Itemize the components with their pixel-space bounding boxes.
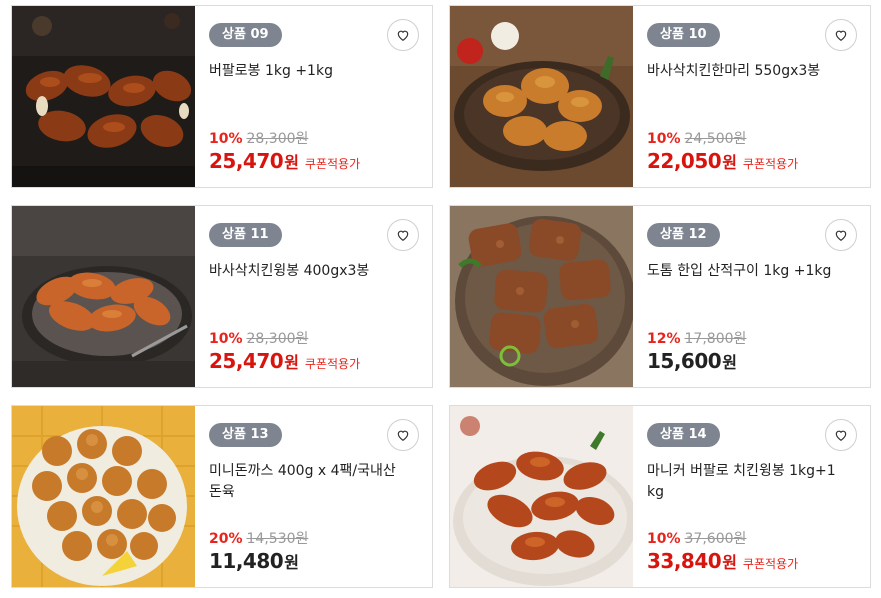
price-block: 20% 14,530원 11,480 원 [209,530,308,573]
product-number-badge: 상품 09 [209,23,282,47]
heart-icon [835,430,847,441]
heart-icon [397,30,409,41]
price-block: 12% 17,800원 15,600 원 [647,330,746,373]
product-info: 상품 09 버팔로봉 1kg +1kg 10% 28,300원 25,470 원 쿠폰… [195,6,432,187]
price-block: 10% 37,600원 33,840 원 쿠폰적용가 [647,530,798,573]
original-price: 28,300원 [246,131,309,147]
currency-unit: 원 [284,153,299,172]
discount-rate: 10% [209,331,243,347]
wishlist-button[interactable] [825,419,857,451]
product-card[interactable]: 상품 09 버팔로봉 1kg +1kg 10% 28,300원 25,470 원 쿠폰… [11,5,433,188]
product-number-badge: 상품 13 [209,423,282,447]
product-info: 상품 10 바사삭치킨한마리 550gx3봉 10% 24,500원 22,050… [633,6,870,187]
wishlist-button[interactable] [825,219,857,251]
original-price: 14,530원 [246,531,309,547]
final-price: 22,050 [647,149,722,173]
product-grid: 상품 09 버팔로봉 1kg +1kg 10% 28,300원 25,470 원 쿠폰… [0,0,881,598]
wishlist-button[interactable] [825,19,857,51]
discount-rate: 10% [647,131,681,147]
discount-rate: 10% [209,131,243,147]
heart-icon [835,230,847,241]
final-price: 15,600 [647,349,722,373]
coupon-label: 쿠폰적용가 [742,157,799,171]
product-info: 상품 13 미니돈까스 400g x 4팩/국내산 돈육 20% 14,530원 … [195,406,432,587]
product-info: 상품 14 마니커 버팔로 치킨윙봉 1kg+1kg 10% 37,600원 33… [633,406,870,587]
original-price: 28,300원 [246,331,309,347]
wishlist-button[interactable] [387,419,419,451]
heart-icon [835,30,847,41]
product-name[interactable]: 바사삭치킨한마리 550gx3봉 [647,61,837,82]
heart-icon [397,430,409,441]
product-number-badge: 상품 14 [647,423,720,447]
product-image[interactable] [12,206,195,387]
currency-unit: 원 [284,553,299,572]
product-image[interactable] [450,6,633,187]
product-name[interactable]: 바사삭치킨윙봉 400gx3봉 [209,261,399,282]
currency-unit: 원 [722,153,737,172]
discount-rate: 20% [209,531,243,547]
final-price: 25,470 [209,349,284,373]
currency-unit: 원 [722,353,737,372]
discount-rate: 10% [647,531,681,547]
original-price: 24,500원 [684,131,747,147]
discount-rate: 12% [647,331,681,347]
product-number-badge: 상품 11 [209,223,282,247]
product-card[interactable]: 상품 13 미니돈까스 400g x 4팩/국내산 돈육 20% 14,530원 … [11,405,433,588]
price-block: 10% 24,500원 22,050 원 쿠폰적용가 [647,130,798,173]
coupon-label: 쿠폰적용가 [304,357,361,371]
original-price: 17,800원 [684,331,747,347]
product-card[interactable]: 상품 14 마니커 버팔로 치킨윙봉 1kg+1kg 10% 37,600원 33… [449,405,871,588]
product-name[interactable]: 도톰 한입 산적구이 1kg +1kg [647,261,837,282]
price-block: 10% 28,300원 25,470 원 쿠폰적용가 [209,130,360,173]
product-info: 상품 11 바사삭치킨윙봉 400gx3봉 10% 28,300원 25,470 원… [195,206,432,387]
product-name[interactable]: 미니돈까스 400g x 4팩/국내산 돈육 [209,461,399,503]
currency-unit: 원 [722,553,737,572]
product-card[interactable]: 상품 12 도톰 한입 산적구이 1kg +1kg 12% 17,800원 15,… [449,205,871,388]
final-price: 33,840 [647,549,722,573]
product-image[interactable] [12,406,195,587]
product-number-badge: 상품 12 [647,223,720,247]
product-image[interactable] [450,206,633,387]
product-number-badge: 상품 10 [647,23,720,47]
currency-unit: 원 [284,353,299,372]
original-price: 37,600원 [684,531,747,547]
final-price: 25,470 [209,149,284,173]
coupon-label: 쿠폰적용가 [742,557,799,571]
wishlist-button[interactable] [387,19,419,51]
product-card[interactable]: 상품 11 바사삭치킨윙봉 400gx3봉 10% 28,300원 25,470 원… [11,205,433,388]
product-name[interactable]: 마니커 버팔로 치킨윙봉 1kg+1kg [647,461,837,503]
product-name[interactable]: 버팔로봉 1kg +1kg [209,61,399,82]
product-card[interactable]: 상품 10 바사삭치킨한마리 550gx3봉 10% 24,500원 22,050… [449,5,871,188]
wishlist-button[interactable] [387,219,419,251]
final-price: 11,480 [209,549,284,573]
coupon-label: 쿠폰적용가 [304,157,361,171]
product-image[interactable] [450,406,633,587]
heart-icon [397,230,409,241]
price-block: 10% 28,300원 25,470 원 쿠폰적용가 [209,330,360,373]
product-info: 상품 12 도톰 한입 산적구이 1kg +1kg 12% 17,800원 15,… [633,206,870,387]
product-image[interactable] [12,6,195,187]
